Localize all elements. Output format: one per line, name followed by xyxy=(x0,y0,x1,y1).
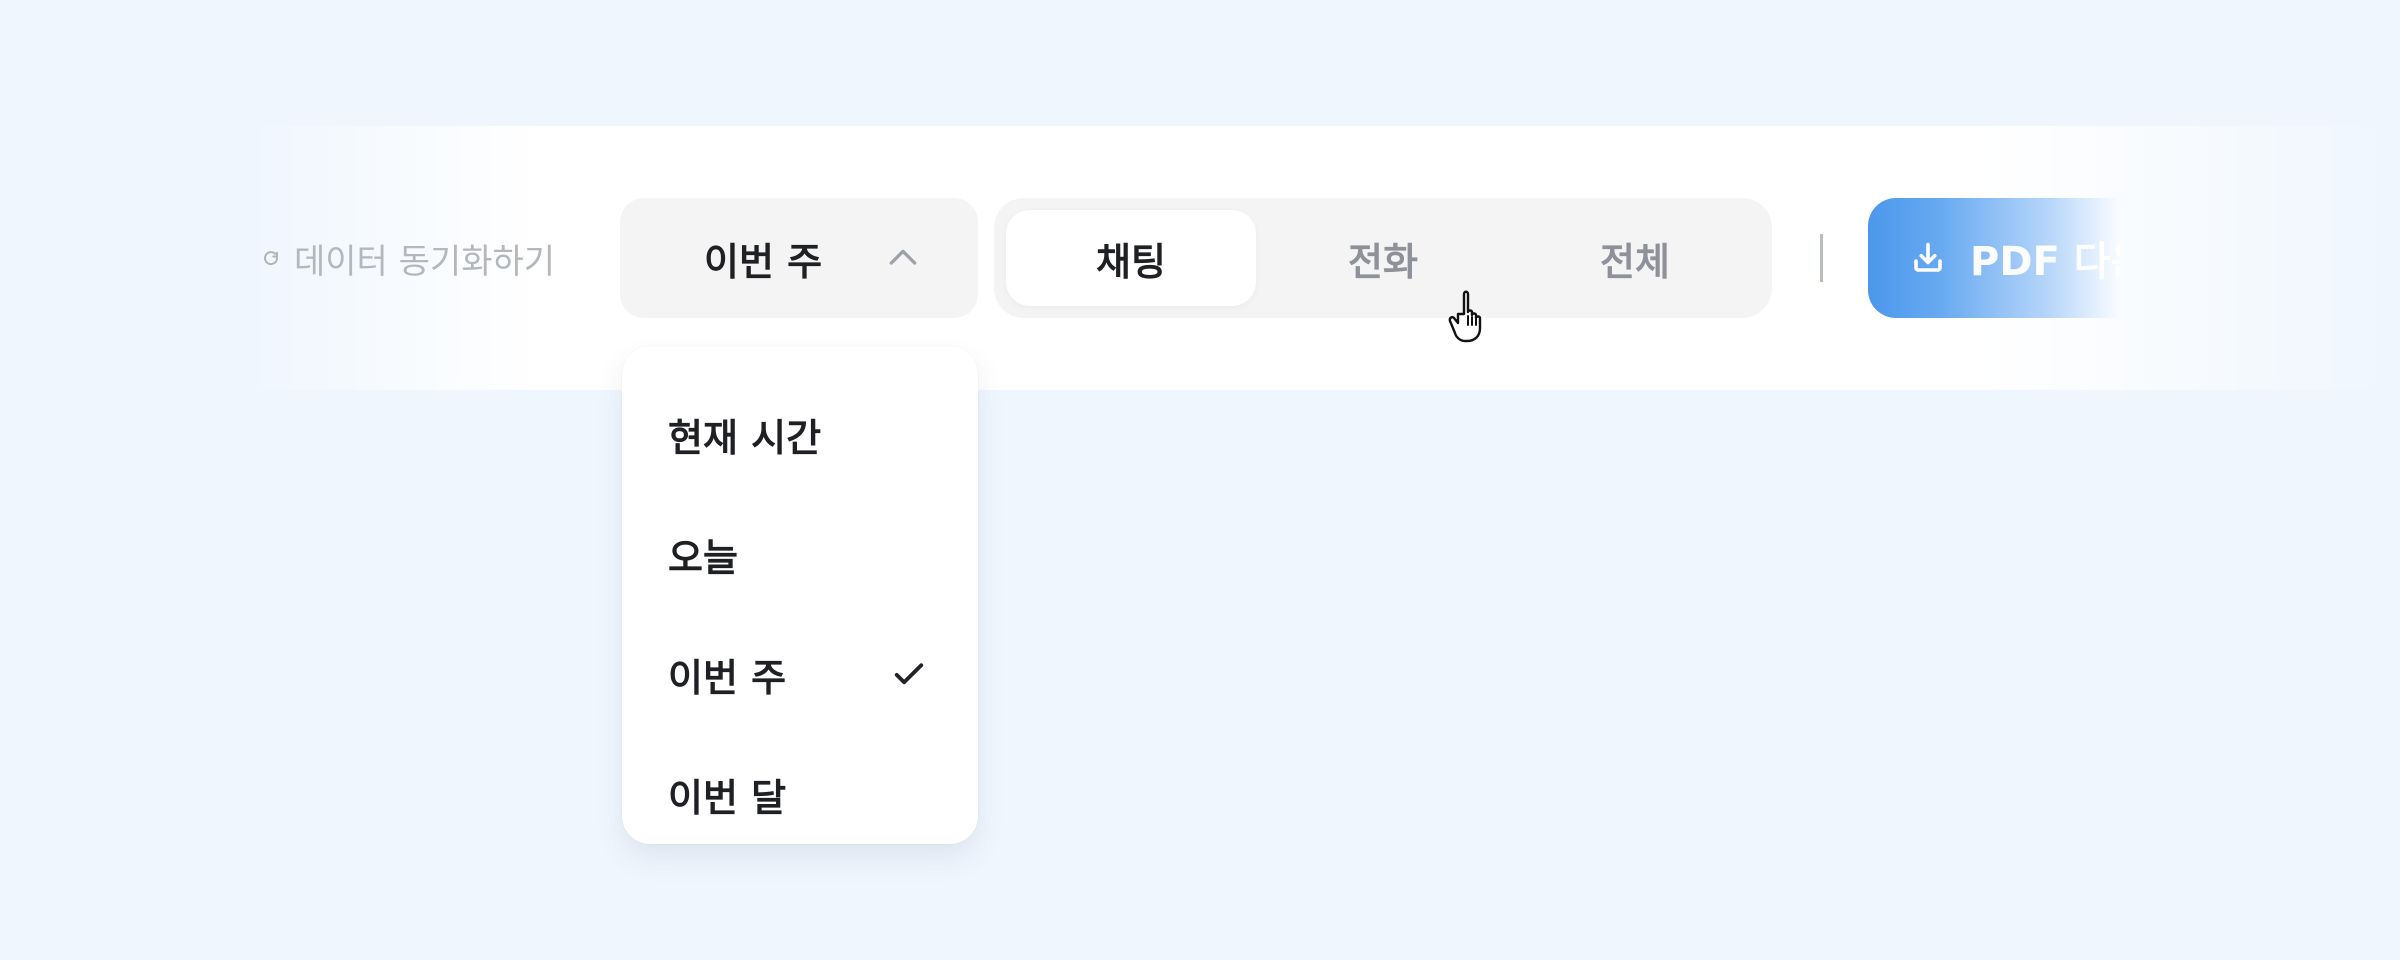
refresh-icon xyxy=(260,247,282,269)
period-option-current-time[interactable]: 현재 시간 xyxy=(668,400,932,468)
period-select-value: 이번 주 xyxy=(704,239,823,284)
check-icon xyxy=(886,651,932,697)
segment-call[interactable]: 전화 xyxy=(1258,210,1508,306)
sync-label: 데이터 동기화하기 xyxy=(294,241,556,282)
period-option-label: 이번 달 xyxy=(668,775,787,820)
period-option-label: 오늘 xyxy=(668,535,738,580)
period-option-this-month[interactable]: 이번 달 xyxy=(668,760,932,828)
period-option-today[interactable]: 오늘 xyxy=(668,520,932,588)
period-select[interactable]: 이번 주 xyxy=(620,198,978,318)
pdf-download-button[interactable]: PDF 다운 xyxy=(1868,198,2120,318)
toolbar-divider xyxy=(1820,234,1823,282)
period-option-label: 현재 시간 xyxy=(668,415,822,460)
pdf-download-label: PDF 다운 xyxy=(1970,239,2120,285)
period-option-label: 이번 주 xyxy=(668,655,787,700)
channel-segmented-control: 채팅 전화 전체 xyxy=(994,198,1772,318)
chevron-up-icon xyxy=(882,237,924,279)
period-dropdown-menu: 현재 시간 오늘 이번 주 이번 달 xyxy=(622,346,978,844)
sync-button[interactable]: 데이터 동기화하기 xyxy=(260,234,555,282)
download-icon xyxy=(1908,238,1948,278)
period-option-this-week[interactable]: 이번 주 xyxy=(668,640,932,708)
segment-all[interactable]: 전체 xyxy=(1510,210,1760,306)
segment-chat[interactable]: 채팅 xyxy=(1006,210,1256,306)
